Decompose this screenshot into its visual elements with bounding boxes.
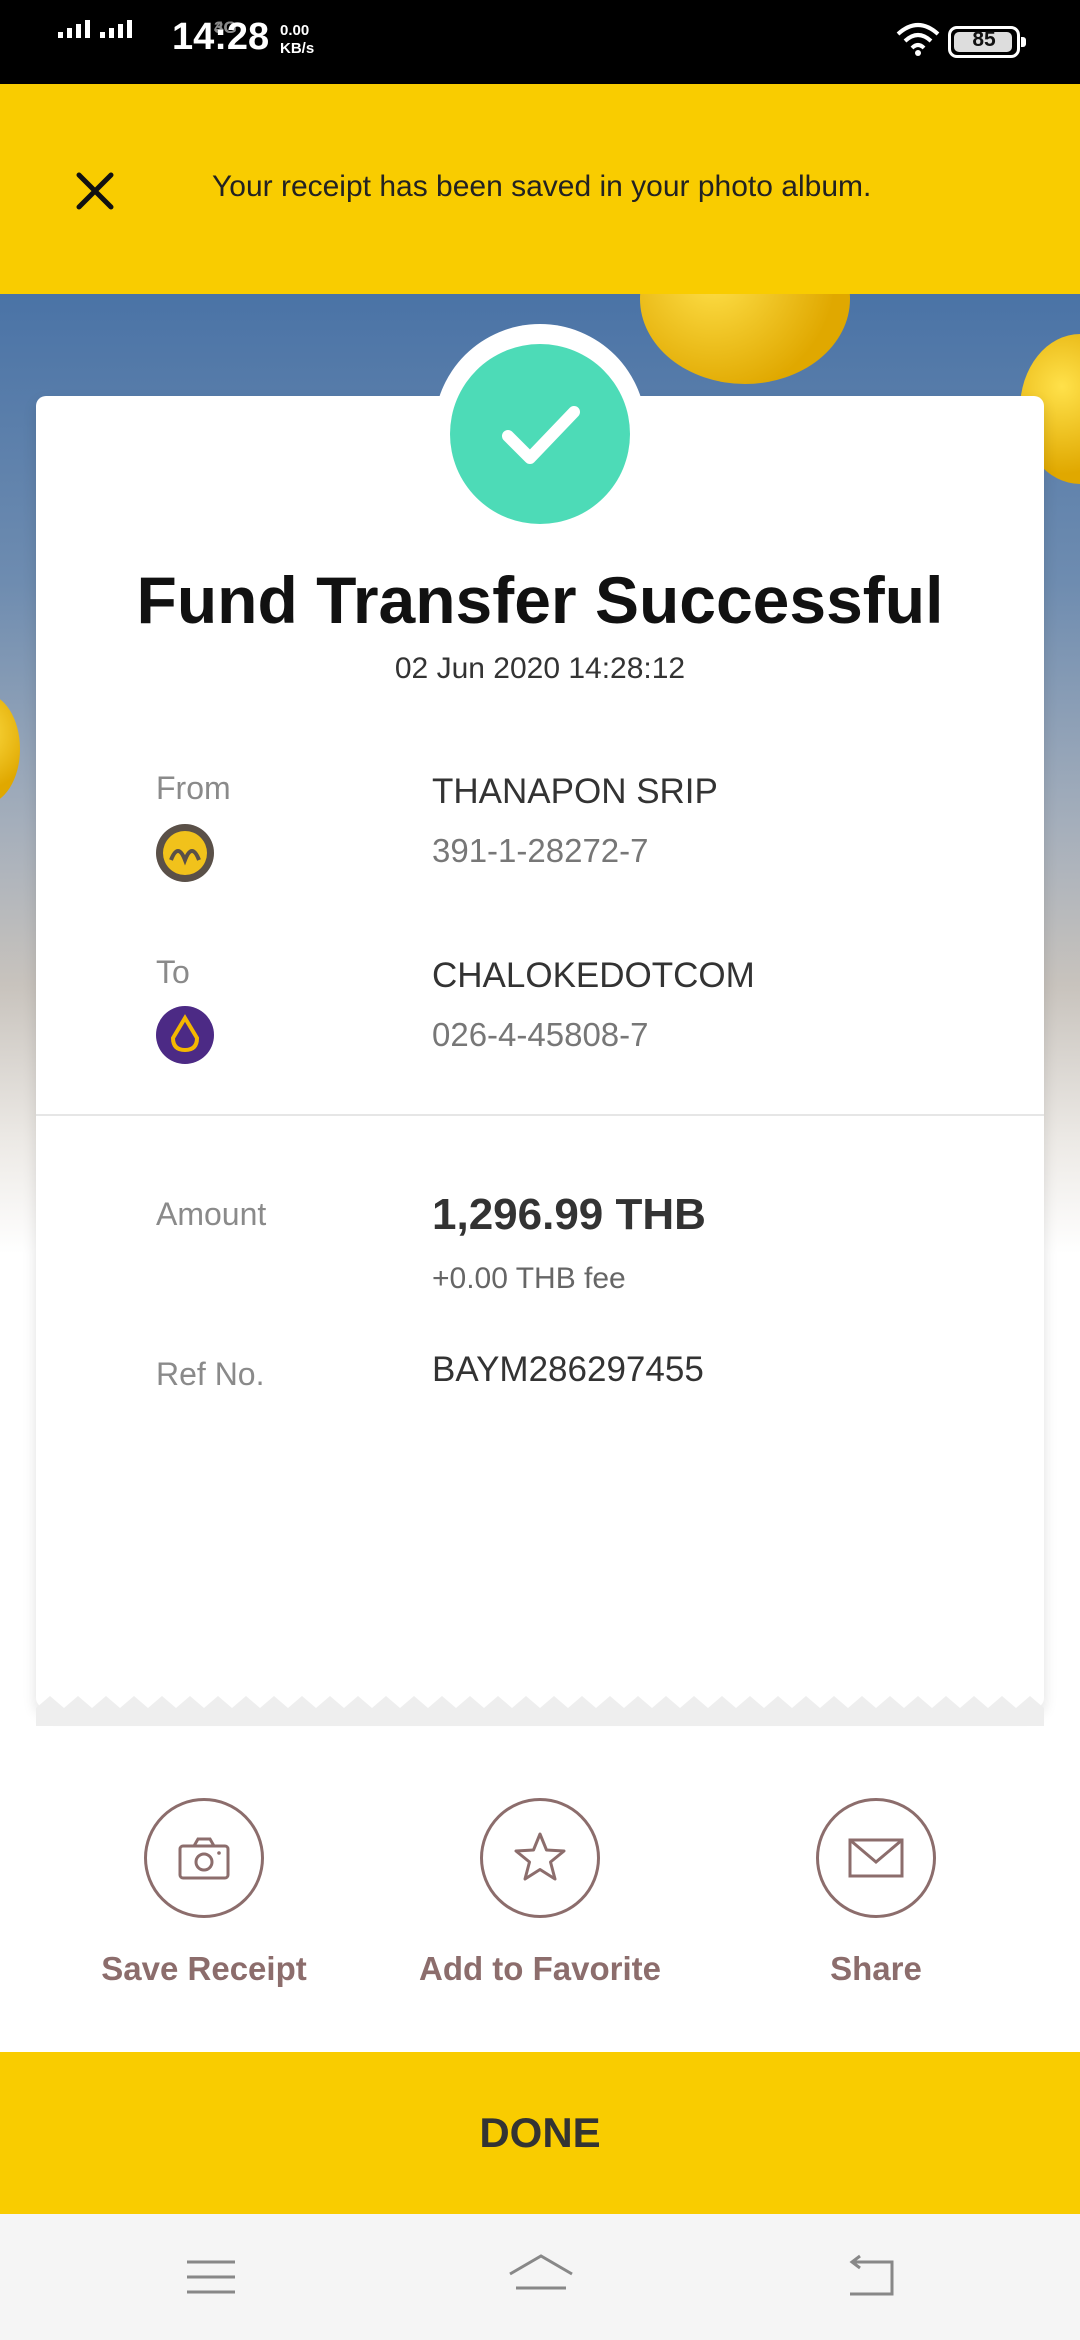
scb-logo-icon — [156, 1006, 214, 1064]
add-to-favorite-label: Add to Favorite — [418, 1950, 661, 1987]
from-label: From — [156, 770, 231, 806]
banner-message: Your receipt has been saved in your phot… — [212, 170, 872, 203]
notification-banner: Your receipt has been saved in your phot… — [0, 84, 1080, 294]
wifi-icon — [896, 23, 940, 56]
to-label: To — [156, 954, 190, 990]
ref-label: Ref No. — [156, 1356, 265, 1392]
transfer-amount: 1,296.99 THB — [432, 1190, 706, 1239]
system-nav-bar — [0, 2214, 1080, 2340]
star-icon — [480, 1798, 600, 1918]
save-receipt-label: Save Receipt — [101, 1950, 307, 1987]
transaction-datetime: 02 Jun 2020 14:28:12 — [394, 652, 686, 685]
sender-account: 391-1-28272-7 — [432, 832, 649, 869]
kbank-logo-icon — [156, 824, 214, 882]
home-icon[interactable] — [506, 2252, 576, 2302]
share-label: Share — [830, 1950, 922, 1987]
amount-label: Amount — [156, 1196, 267, 1232]
menu-icon[interactable] — [184, 2252, 238, 2302]
clock: 14:28 — [172, 16, 270, 58]
receipt-title: Fund Transfer Successful — [136, 563, 944, 637]
done-button[interactable]: DONE — [0, 2052, 1080, 2214]
save-receipt-button[interactable]: Save Receipt — [74, 1798, 334, 1988]
close-icon[interactable] — [70, 166, 120, 216]
reference-number: BAYM286297455 — [432, 1350, 704, 1389]
signal-4g-icon: 4G — [58, 19, 237, 38]
network-speed: 0.00 KB/s — [280, 22, 315, 57]
signal-3g-icon: 3G — [100, 19, 237, 38]
camera-icon — [144, 1798, 264, 1918]
recipient-name: CHALOKEDOTCOM — [432, 956, 755, 995]
status-bar: 4G 3G 14:28 0.00 KB/s 85 — [0, 0, 1080, 84]
sender-name: THANAPON SRIP — [432, 772, 718, 811]
transfer-fee: +0.00 THB fee — [432, 1262, 626, 1295]
battery-icon: 85 — [948, 26, 1026, 58]
envelope-icon — [816, 1798, 936, 1918]
add-to-favorite-button[interactable]: Add to Favorite — [410, 1798, 670, 1988]
network-indicators: 4G 3G — [58, 19, 237, 38]
divider — [36, 1114, 1044, 1116]
receipt-torn-edge — [36, 1696, 1044, 1726]
back-icon[interactable] — [840, 2252, 900, 2302]
checkmark-icon — [450, 344, 630, 524]
share-button[interactable]: Share — [746, 1798, 1006, 1988]
recipient-account: 026-4-45808-7 — [432, 1016, 649, 1053]
